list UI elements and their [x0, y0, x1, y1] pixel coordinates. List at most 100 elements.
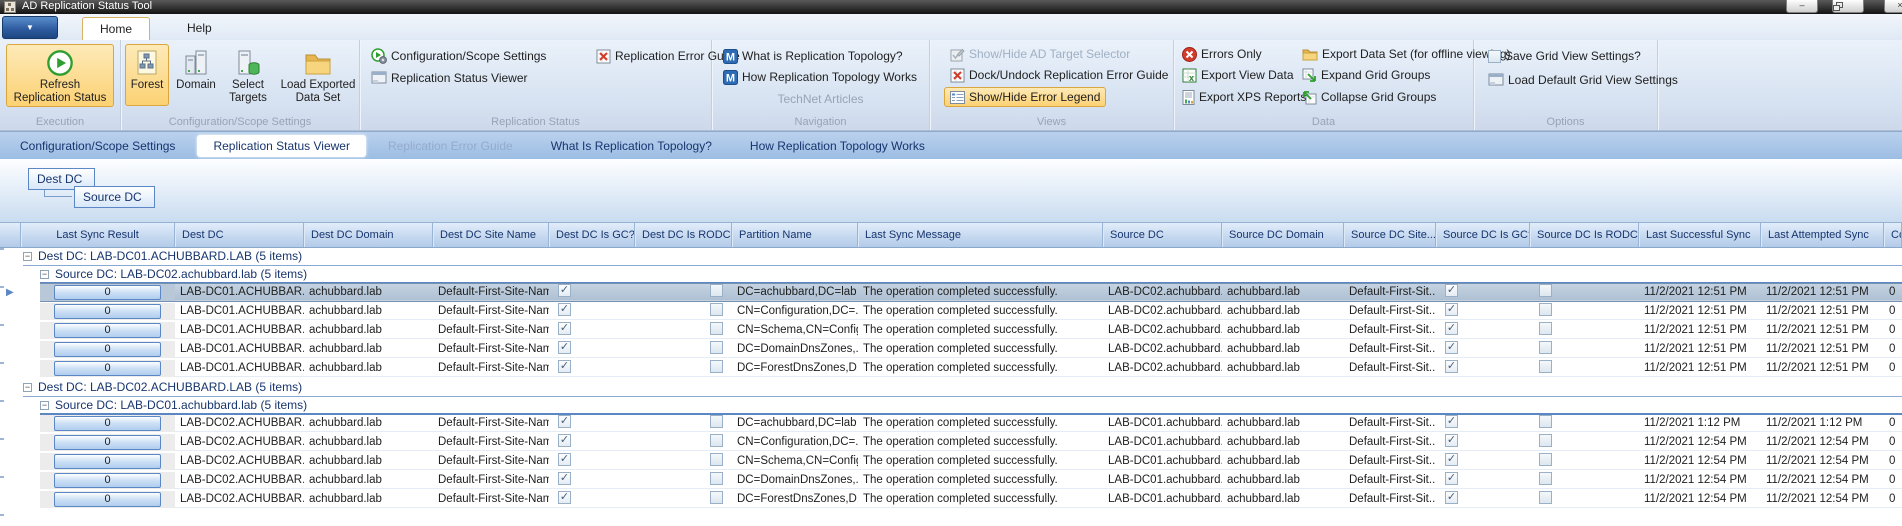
collapse-group-icon[interactable]: −: [23, 383, 32, 392]
collapse-group-icon[interactable]: −: [40, 269, 49, 279]
column-header-dest_dc_site[interactable]: Dest DC Site Name: [433, 223, 549, 247]
collapse-grid-groups-item[interactable]: Collapse Grid Groups: [1296, 87, 1442, 107]
checkbox-checked-icon: ✓: [1445, 321, 1458, 335]
column-header-source_dc[interactable]: Source DC: [1103, 223, 1222, 247]
cell-source_rodc: [1530, 433, 1639, 451]
cell-source_site: Default-First-Sit...: [1349, 323, 1436, 336]
column-header-dest_dc[interactable]: Dest DC: [175, 223, 304, 247]
source-dc-group-row[interactable]: − Source DC: LAB-DC01.achubbard.lab (5 it…: [40, 397, 1902, 415]
source-dc-group-row[interactable]: − Source DC: LAB-DC02.achubbard.lab (5 it…: [40, 266, 1902, 284]
column-header-dest_gc[interactable]: Dest DC Is GC?: [549, 223, 635, 247]
select-targets-button[interactable]: Select Targets: [223, 44, 273, 107]
cell-dest_dc: LAB-DC02.ACHUBBAR...: [180, 435, 304, 448]
cell-consecutive: 0: [1889, 492, 1896, 505]
grid-row[interactable]: 0 LAB-DC02.ACHUBBAR... achubbard.lab Defaul…: [40, 414, 1902, 432]
error-guide-icon: [950, 68, 965, 83]
checkbox-checked-icon: ✓: [1445, 414, 1458, 428]
grid-row[interactable]: 0 LAB-DC02.ACHUBBAR... achubbard.lab Defaul…: [40, 452, 1902, 470]
grid-row[interactable]: 0 LAB-DC01.ACHUBBAR... achubbard.lab Defaul…: [40, 340, 1902, 358]
view-tab-3[interactable]: What Is Replication Topology?: [535, 135, 728, 157]
collapse-group-icon[interactable]: −: [23, 252, 32, 261]
cell-source_site: Default-First-Sit...: [1349, 285, 1436, 298]
grid-row[interactable]: 0 LAB-DC01.ACHUBBAR... achubbard.lab Defaul…: [40, 302, 1902, 320]
cell-dest_dc_site: Default-First-Site-Name: [438, 361, 549, 374]
grid-row[interactable]: 0 LAB-DC02.ACHUBBAR... achubbard.lab Defaul…: [40, 490, 1902, 508]
column-header-source_dc_domain[interactable]: Source DC Domain: [1222, 223, 1344, 247]
grid-row[interactable]: 0 LAB-DC01.ACHUBBAR... achubbard.lab Defaul…: [40, 359, 1902, 377]
grid-row[interactable]: 0 LAB-DC02.ACHUBBAR... achubbard.lab Defaul…: [40, 471, 1902, 489]
checkbox-checked-icon: ✓: [1445, 359, 1458, 373]
column-header-last_successful[interactable]: Last Successful Sync: [1639, 223, 1761, 247]
view-tab-4[interactable]: How Replication Topology Works: [734, 135, 941, 157]
column-header-last_sync_result[interactable]: Last Sync Result: [20, 223, 175, 247]
cell-message: The operation completed successfully.: [863, 342, 1058, 355]
domain-icon: [183, 49, 209, 77]
dest-dc-group-row[interactable]: − Dest DC: LAB-DC02.ACHUBBARD.LAB (5 item…: [23, 379, 1902, 397]
forest-button[interactable]: Forest: [125, 44, 169, 106]
column-header-dest_rodc[interactable]: Dest DC Is RODC?: [635, 223, 732, 247]
group-chip-connector: [44, 190, 72, 197]
cell-dest_dc_site: Default-First-Site-Name: [438, 435, 549, 448]
cell-last_successful: 11/2/2021 12:54 PM: [1644, 454, 1747, 467]
column-header-source_site[interactable]: Source DC Site...: [1344, 223, 1436, 247]
expand-grid-groups-item[interactable]: Expand Grid Groups: [1296, 65, 1436, 85]
cell-last_successful: 11/2/2021 12:51 PM: [1644, 342, 1747, 355]
cell-partition: DC=achubbard,DC=lab: [737, 285, 857, 298]
legend-icon: [950, 90, 965, 104]
column-header-partition[interactable]: Partition Name: [732, 223, 858, 247]
tab-help[interactable]: Help: [170, 17, 229, 40]
save-settings-checkbox[interactable]: [1488, 49, 1501, 63]
refresh-replication-status-button[interactable]: Refresh Replication Status: [6, 44, 114, 108]
save-grid-view-settings-item[interactable]: Save Grid View Settings?: [1482, 46, 1647, 66]
application-menu-button[interactable]: ▼: [2, 16, 58, 39]
last-sync-result-badge: 0: [54, 360, 161, 376]
cell-message: The operation completed successfully.: [863, 304, 1058, 317]
close-button[interactable]: ×: [1884, 0, 1902, 13]
last-sync-result-badge: 0: [54, 284, 161, 300]
domain-button[interactable]: Domain: [171, 44, 221, 106]
grid-row[interactable]: 0 LAB-DC01.ACHUBBAR... achubbard.lab Defaul…: [40, 321, 1902, 339]
tab-home[interactable]: Home: [82, 17, 151, 40]
view-tab-1[interactable]: Replication Status Viewer: [197, 134, 366, 157]
domain-label: Domain: [176, 79, 216, 91]
group-by-chip-source-dc[interactable]: Source DC: [74, 186, 155, 208]
checkbox-checked-icon: ✓: [1445, 283, 1458, 297]
what-is-replication-topology-label: What is Replication Topology?: [742, 49, 903, 63]
cell-source_site: Default-First-Sit...: [1349, 454, 1436, 467]
expand-groups-icon: [1302, 68, 1317, 83]
export-xps-reports-item[interactable]: Export XPS Reports: [1176, 87, 1312, 107]
replication-status-viewer-item[interactable]: Replication Status Viewer: [365, 68, 534, 88]
grid-row[interactable]: 0 LAB-DC01.ACHUBBAR... achubbard.lab Defaul…: [40, 283, 1902, 301]
what-is-replication-topology-item[interactable]: M What is Replication Topology?: [717, 46, 909, 66]
view-tab-0[interactable]: Configuration/Scope Settings: [4, 135, 191, 157]
dock-undock-error-guide-item[interactable]: Dock/Undock Replication Error Guide: [944, 65, 1174, 85]
minimize-button[interactable]: –: [1786, 0, 1818, 13]
column-header-message[interactable]: Last Sync Message: [858, 223, 1103, 247]
column-header-dest_dc_domain[interactable]: Dest DC Domain: [304, 223, 433, 247]
load-exported-dataset-button[interactable]: Load Exported Data Set: [275, 44, 361, 107]
column-header-source_rodc[interactable]: Source DC Is RODC?: [1530, 223, 1639, 247]
cell-dest_dc_site: Default-First-Site-Name: [438, 473, 549, 486]
cell-source_dc: LAB-DC01.achubbard....: [1108, 435, 1222, 448]
cell-source_site: Default-First-Sit...: [1349, 361, 1436, 374]
config-scope-settings-item[interactable]: Configuration/Scope Settings: [365, 46, 552, 66]
column-header-last_attempted[interactable]: Last Attempted Sync: [1761, 223, 1884, 247]
dest-dc-group-row[interactable]: − Dest DC: LAB-DC01.ACHUBBARD.LAB (5 item…: [23, 248, 1902, 266]
restore-button[interactable]: [1832, 0, 1864, 13]
load-default-grid-view-settings-item[interactable]: Load Default Grid View Settings: [1482, 70, 1684, 90]
grid-row[interactable]: 0 LAB-DC02.ACHUBBAR... achubbard.lab Defaul…: [40, 433, 1902, 451]
collapse-group-icon[interactable]: −: [40, 400, 49, 410]
export-view-data-item[interactable]: x Export View Data: [1176, 65, 1300, 85]
how-replication-topology-works-item[interactable]: M How Replication Topology Works: [717, 67, 923, 87]
source-dc-group-label: Source DC: LAB-DC02.achubbard.lab (5 ite…: [55, 266, 308, 281]
checkbox-checked-icon: ✓: [1445, 302, 1458, 316]
column-header-consecutive[interactable]: Co: [1884, 223, 1902, 247]
show-hide-error-legend-item[interactable]: Show/Hide Error Legend: [944, 87, 1107, 107]
errors-only-item[interactable]: Errors Only: [1176, 44, 1268, 64]
column-header-source_gc[interactable]: Source DC Is GC?: [1436, 223, 1530, 247]
cell-last_sync_result: 0: [40, 471, 175, 489]
checkbox-checked-icon: ✓: [1445, 452, 1458, 466]
cell-dest_dc: LAB-DC01.ACHUBBAR...: [180, 304, 304, 317]
cell-dest_gc: ✓: [549, 433, 635, 451]
cell-partition: CN=Configuration,DC=...: [737, 304, 858, 317]
